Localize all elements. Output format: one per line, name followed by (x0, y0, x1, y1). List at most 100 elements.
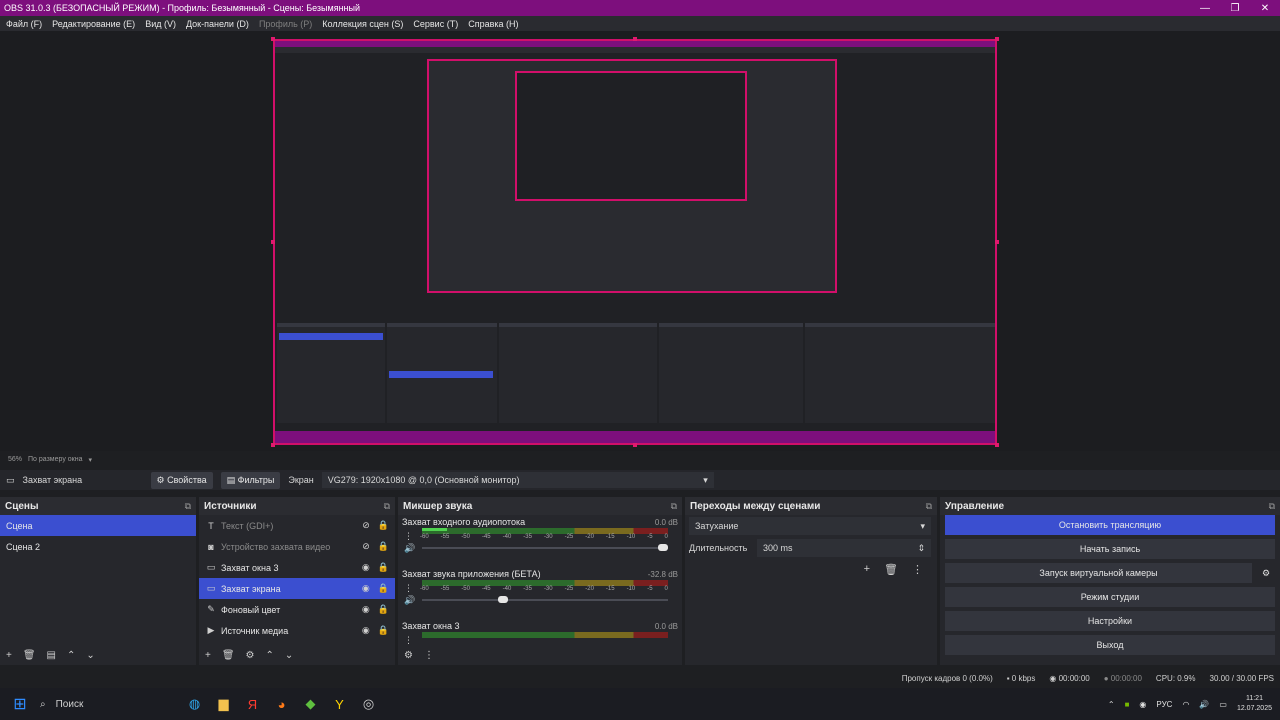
menu-view[interactable]: Вид (V) (145, 19, 176, 29)
lock-icon[interactable]: 🔒 (378, 520, 389, 531)
source-item[interactable]: ✎ Фоновый цвет ◉ 🔒 (199, 599, 395, 620)
arrow-down-icon[interactable]: ⌄ (285, 650, 293, 661)
windows-start-icon[interactable]: ⊞ (0, 694, 40, 714)
exit-button[interactable]: Выход (945, 635, 1275, 655)
settings-button[interactable]: Настройки (945, 611, 1275, 631)
more-icon[interactable]: ⋮ (404, 531, 413, 542)
menu-edit[interactable]: Редактирование (E) (52, 19, 135, 29)
source-item[interactable]: ▭ Захват экрана ◉ 🔒 (199, 578, 395, 599)
source-item[interactable]: ▭ Захват окна 3 ◉ 🔒 (199, 557, 395, 578)
eye-icon[interactable]: ◉ (362, 625, 370, 636)
arrow-up-icon[interactable]: ⌃ (67, 650, 75, 661)
undock-icon[interactable]: ⧉ (185, 501, 191, 512)
scene-item[interactable]: Сцена 2 (0, 536, 196, 557)
add-icon[interactable]: + (205, 650, 211, 661)
undock-icon[interactable]: ⧉ (384, 501, 390, 512)
start-recording-button[interactable]: Начать запись (945, 539, 1275, 559)
chevron-up-icon[interactable]: ⌃ (1108, 700, 1115, 709)
wifi-icon[interactable]: ◠ (1182, 700, 1189, 709)
taskbar-search[interactable]: ⌕ Поиск (40, 699, 180, 710)
screen-capture-preview[interactable] (273, 39, 997, 445)
folder-icon[interactable]: ▆ (209, 696, 238, 712)
undock-icon[interactable]: ⧉ (926, 501, 932, 512)
eye-icon[interactable]: ◉ (362, 604, 370, 615)
slider-thumb[interactable] (658, 544, 668, 551)
lock-icon[interactable]: 🔒 (378, 562, 389, 573)
battery-icon[interactable]: ▭ (1219, 700, 1227, 709)
scene-item[interactable]: Сцена (0, 515, 196, 536)
yandex-browser-icon[interactable]: Y (325, 697, 354, 712)
utorrent-icon[interactable]: ◆ (296, 696, 325, 712)
arrow-up-icon[interactable]: ⌃ (266, 650, 274, 661)
eye-slash-icon[interactable]: ⊘ (362, 520, 370, 531)
transition-select[interactable]: Затухание ▾ (689, 517, 931, 535)
undock-icon[interactable]: ⧉ (671, 501, 677, 512)
start-virtual-camera-button[interactable]: Запуск виртуальной камеры ⚙ (945, 563, 1270, 583)
resize-handle[interactable] (271, 443, 275, 447)
gear-icon[interactable]: ⚙ (246, 650, 255, 661)
add-icon[interactable]: + (864, 563, 870, 576)
minimize-button[interactable]: — (1190, 3, 1220, 14)
firefox-icon[interactable]: ◕ (267, 697, 296, 712)
duration-input[interactable]: 300 ms ⇕ (757, 539, 931, 557)
volume-icon[interactable]: 🔊 (1199, 700, 1209, 709)
source-item[interactable]: T Текст (GDI+) ⊘ 🔒 (199, 515, 395, 536)
volume-slider[interactable] (422, 596, 668, 603)
more-icon[interactable]: ⋮ (424, 650, 434, 661)
menu-scene-collection[interactable]: Коллекция сцен (S) (322, 19, 403, 29)
trash-icon[interactable]: 🗑 (884, 563, 898, 576)
add-icon[interactable]: + (6, 650, 12, 661)
stop-streaming-button[interactable]: Остановить трансляцию (945, 515, 1275, 535)
trash-icon[interactable]: 🗑 (222, 650, 235, 661)
lock-icon[interactable]: 🔒 (378, 583, 389, 594)
resize-handle[interactable] (271, 240, 275, 244)
speaker-icon[interactable]: 🔊 (404, 595, 415, 606)
studio-mode-button[interactable]: Режим студии (945, 587, 1275, 607)
source-item[interactable]: ▶ Источник медиа ◉ 🔒 (199, 620, 395, 641)
lock-icon[interactable]: 🔒 (378, 604, 389, 615)
menu-help[interactable]: Справка (H) (468, 19, 518, 29)
language-indicator[interactable]: РУС (1156, 700, 1172, 709)
resize-handle[interactable] (995, 37, 999, 41)
resize-handle[interactable] (271, 37, 275, 41)
nvidia-icon[interactable]: ■ (1125, 700, 1130, 709)
more-icon[interactable]: ⋮ (912, 563, 923, 576)
record-tray-icon[interactable]: ◉ (1139, 700, 1146, 709)
menu-docks[interactable]: Док-панели (D) (186, 19, 249, 29)
eye-icon[interactable]: ◉ (362, 583, 370, 594)
obs-icon[interactable]: ◎ (354, 696, 383, 712)
clock[interactable]: 11:21 12.07.2025 (1237, 694, 1272, 714)
eye-slash-icon[interactable]: ⊘ (362, 541, 370, 552)
yandex-icon[interactable]: Я (238, 697, 267, 712)
menu-tools[interactable]: Сервис (T) (413, 19, 458, 29)
close-button[interactable]: ✕ (1250, 3, 1280, 14)
mixer-settings-icon[interactable]: ⚙ (404, 650, 413, 661)
volume-slider[interactable] (422, 544, 668, 551)
maximize-button[interactable]: ❐ (1220, 3, 1250, 14)
arrow-down-icon[interactable]: ⌄ (86, 650, 94, 661)
resize-handle[interactable] (633, 37, 637, 41)
screen-select[interactable]: VG279: 1920x1080 @ 0,0 (Основной монитор… (321, 472, 714, 488)
speaker-icon[interactable]: 🔊 (404, 543, 415, 554)
properties-button[interactable]: ⚙ Свойства (150, 471, 213, 489)
preview-zoom[interactable]: 56% По размеру окна ▾ (8, 456, 92, 464)
spin-icon[interactable]: ⇕ (917, 543, 925, 554)
resize-handle[interactable] (633, 443, 637, 447)
filters-button[interactable]: ▤ Фильтры (220, 471, 281, 489)
filter-icon[interactable]: ▤ (47, 650, 56, 661)
resize-handle[interactable] (995, 240, 999, 244)
more-icon[interactable]: ⋮ (404, 635, 413, 646)
slider-thumb[interactable] (498, 596, 509, 603)
undock-icon[interactable]: ⧉ (1269, 501, 1275, 512)
menu-profile[interactable]: Профиль (P) (259, 19, 312, 29)
gear-icon[interactable]: ⚙ (1256, 568, 1276, 579)
lock-icon[interactable]: 🔒 (378, 625, 389, 636)
source-item[interactable]: ◙ Устройство захвата видео ⊘ 🔒 (199, 536, 395, 557)
menu-file[interactable]: Файл (F) (6, 19, 42, 29)
resize-handle[interactable] (995, 443, 999, 447)
trash-icon[interactable]: 🗑 (23, 650, 36, 661)
lock-icon[interactable]: 🔒 (378, 541, 389, 552)
eye-icon[interactable]: ◉ (362, 562, 370, 573)
more-icon[interactable]: ⋮ (404, 583, 413, 594)
edge-icon[interactable]: ◍ (180, 696, 209, 712)
